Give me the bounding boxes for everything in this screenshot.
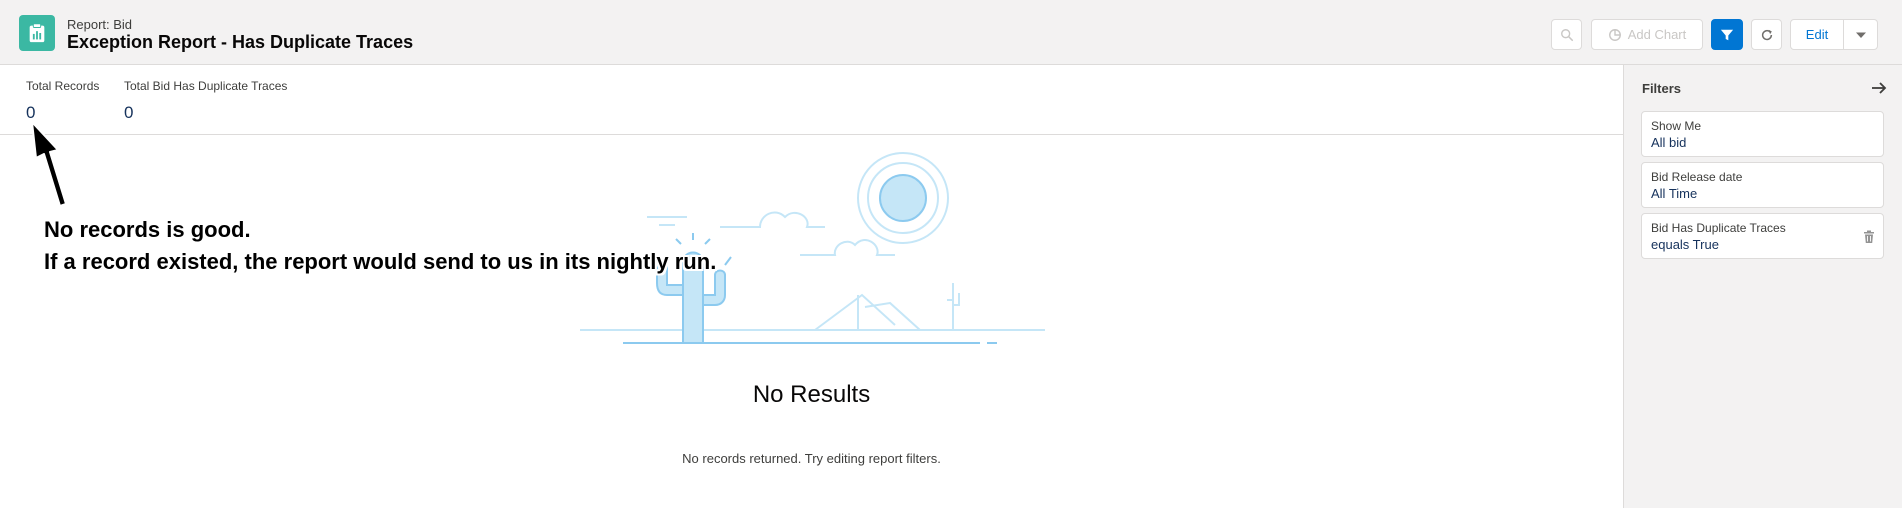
filters-panel: Filters Show Me All bid Bid Release date…	[1623, 65, 1902, 508]
filter-bid-has-duplicate-traces[interactable]: Bid Has Duplicate Traces equals True	[1641, 213, 1884, 259]
summary-label: Total Bid Has Duplicate Traces	[124, 79, 288, 93]
annotation-text: No records is good. If a record existed,…	[44, 214, 716, 278]
filter-toggle-button[interactable]	[1711, 19, 1743, 50]
annotation-arrow-icon	[31, 121, 67, 207]
summary-value: 0	[124, 103, 134, 122]
report-header: Report: Bid Exception Report - Has Dupli…	[0, 0, 1902, 65]
filter-value: equals True	[1651, 237, 1719, 252]
filter-label: Show Me	[1651, 119, 1702, 133]
report-icon	[19, 15, 55, 51]
filter-show-me[interactable]: Show Me All bid	[1641, 111, 1884, 157]
search-icon	[1560, 28, 1573, 41]
filter-value: All Time	[1651, 186, 1698, 201]
filter-bid-release-date[interactable]: Bid Release date All Time	[1641, 162, 1884, 208]
summary-label: Total Records	[26, 79, 100, 93]
add-chart-button[interactable]: Add Chart	[1591, 19, 1703, 50]
empty-state-message: No records returned. Try editing report …	[682, 451, 941, 466]
empty-state-title: No Results	[752, 381, 871, 408]
chevron-down-icon	[1855, 32, 1866, 38]
refresh-button[interactable]	[1751, 19, 1782, 50]
chart-icon	[1608, 28, 1621, 41]
summary-total-duplicate-traces: Total Bid Has Duplicate Traces 0	[124, 79, 287, 123]
more-actions-button[interactable]	[1843, 19, 1878, 50]
filter-label: Bid Has Duplicate Traces	[1651, 221, 1786, 235]
search-button[interactable]	[1551, 19, 1582, 50]
clipboard-chart-icon	[29, 23, 45, 43]
filter-label: Bid Release date	[1651, 170, 1743, 184]
annotation-line-1: No records is good.	[44, 217, 251, 242]
report-type-label: Report: Bid	[67, 17, 133, 32]
summary-divider	[0, 134, 1623, 135]
filter-value: All bid	[1651, 135, 1687, 150]
refresh-icon	[1761, 29, 1772, 40]
filter-icon	[1720, 29, 1734, 40]
filters-title: Filters	[1642, 81, 1682, 96]
add-chart-label: Add Chart	[1627, 27, 1687, 42]
annotation-line-2: If a record existed, the report would se…	[44, 249, 717, 274]
edit-button[interactable]: Edit	[1790, 19, 1844, 50]
page-title: Exception Report - Has Duplicate Traces	[67, 32, 414, 52]
summary-total-records: Total Records 0	[26, 79, 99, 123]
arrow-right-icon[interactable]	[1870, 79, 1888, 97]
trash-icon[interactable]	[1862, 230, 1876, 244]
